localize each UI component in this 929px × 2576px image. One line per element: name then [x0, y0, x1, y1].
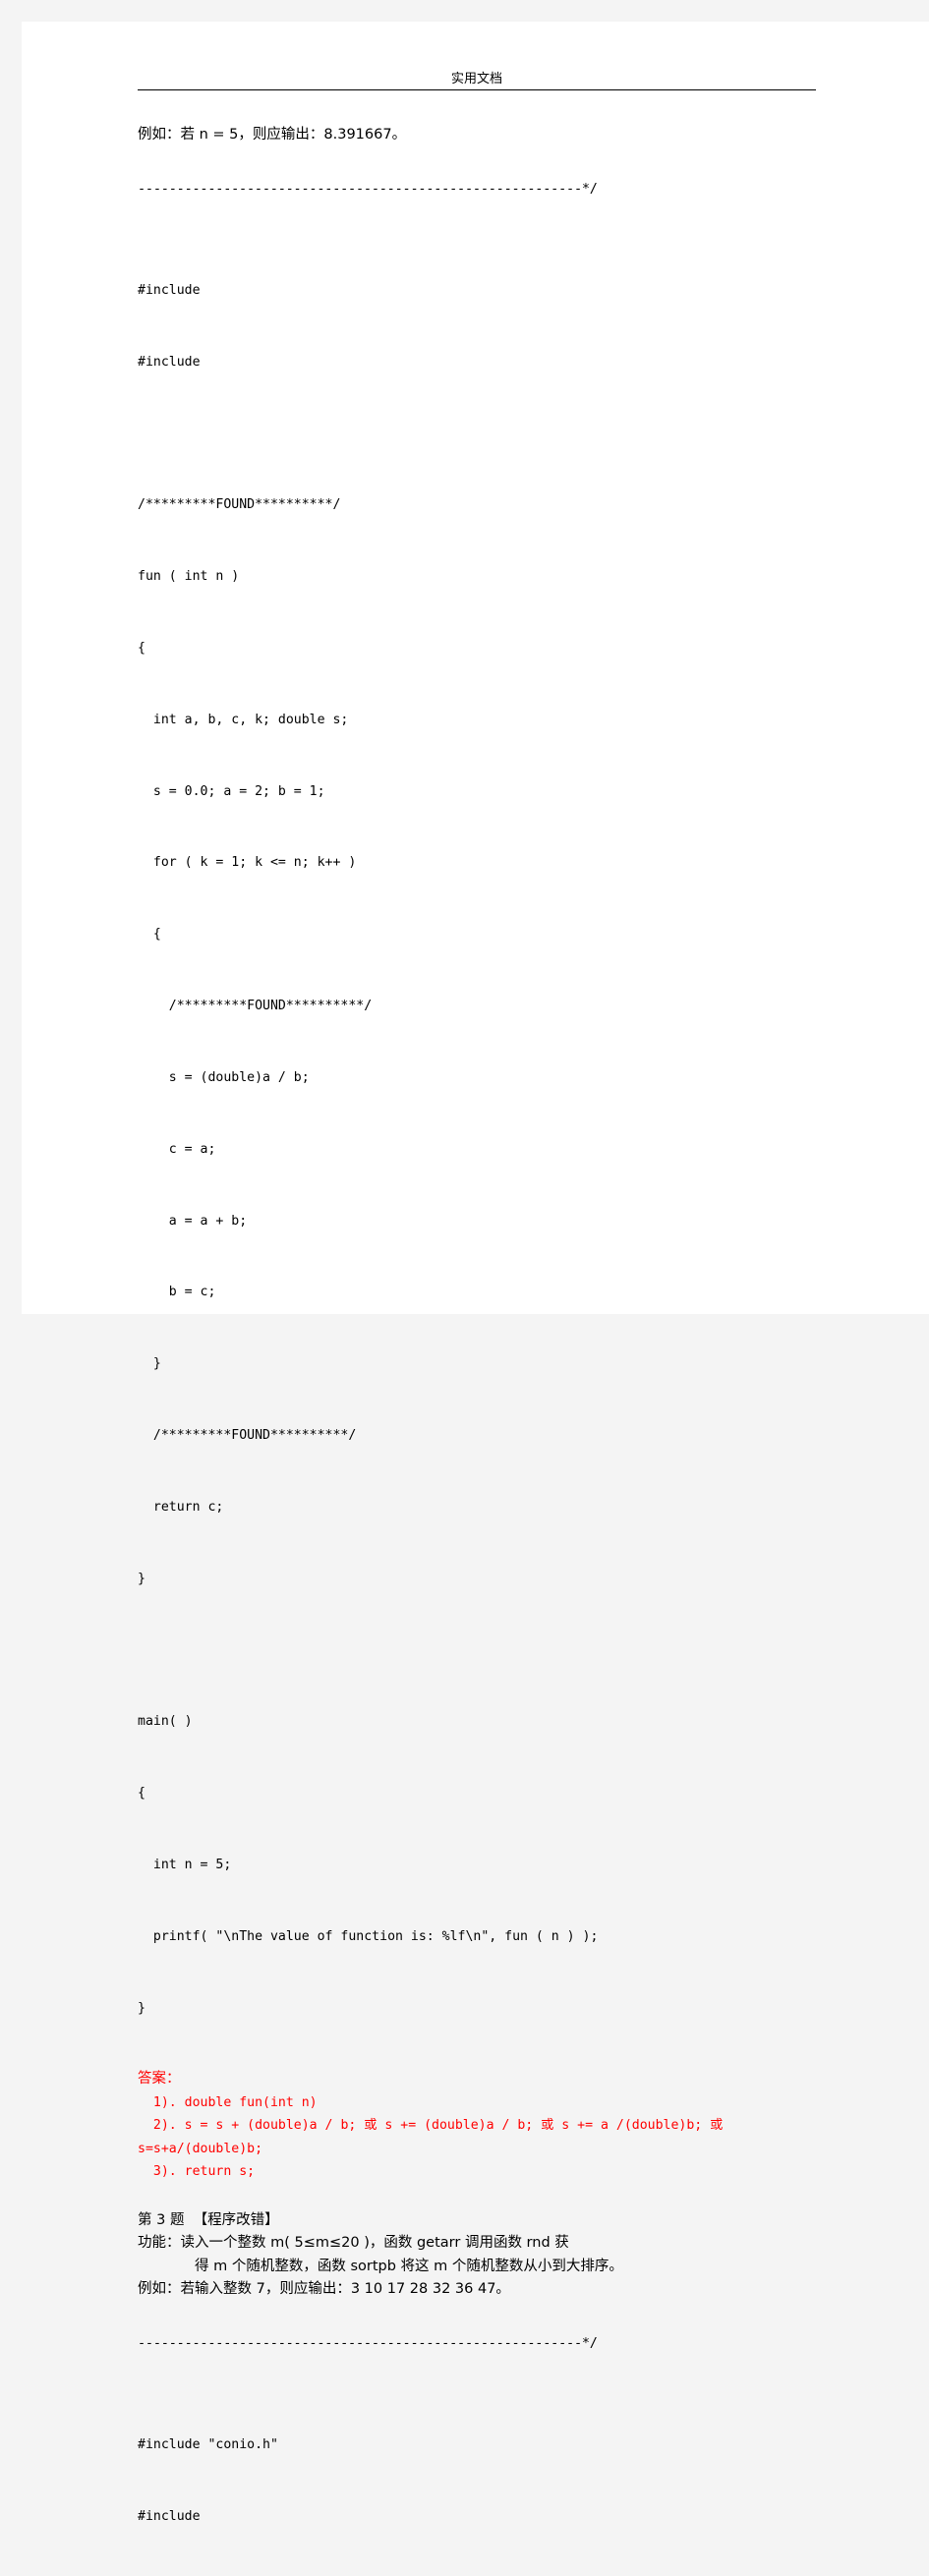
code-line: c = a; — [138, 1141, 216, 1157]
problem3-title: 第 3 题 【程序改错】 — [138, 2211, 279, 2228]
document-content: 实用文档 例如：若 n = 5，则应输出：8.391667。 ---------… — [138, 72, 816, 2576]
problem2-example-line: 例如：若 n = 5，则应输出：8.391667。 — [138, 127, 407, 143]
code-line-found-marker: /*********FOUND**********/ — [138, 1428, 357, 1444]
code-line: fun ( int n ) — [138, 568, 240, 584]
problem3-code-block: #include "conio.h" #include — [138, 2385, 816, 2576]
code-line: int n = 5; — [138, 1857, 232, 1872]
code-line: } — [138, 1571, 145, 1586]
answer-label: 答案： — [138, 2071, 181, 2088]
problem2-separator: ----------------------------------------… — [138, 180, 598, 197]
document-header-title: 实用文档 — [450, 72, 502, 86]
document-page-sheet: 实用文档 例如：若 n = 5，则应输出：8.391667。 ---------… — [22, 22, 929, 2524]
code-line: s = (double)a / b; — [138, 1069, 310, 1085]
code-line: a = a + b; — [138, 1213, 248, 1229]
code-line-found-marker: /*********FOUND**********/ — [138, 999, 373, 1014]
problem3-function-line-1: 功能：读入一个整数 m( 5≤m≤20 )，函数 getarr 调用函数 rnd… — [138, 2235, 569, 2252]
code-line: } — [138, 2000, 145, 2016]
answer-item: 1). double fun(int n) — [138, 2094, 318, 2110]
code-line: { — [138, 640, 145, 656]
code-line: s = 0.0; a = 2; b = 1; — [138, 783, 325, 799]
code-line: { — [138, 927, 161, 943]
code-line-found-marker: /*********FOUND**********/ — [138, 497, 341, 513]
code-line: printf( "\nThe value of function is: %lf… — [138, 1928, 599, 1944]
code-line: #include "conio.h" — [138, 2436, 278, 2452]
code-line: b = c; — [138, 1285, 216, 1300]
problem3-separator: ----------------------------------------… — [138, 2334, 598, 2351]
code-line: main( ) — [138, 1714, 193, 1730]
answer-item: 2). s = s + (double)a / b; 或 s += (doubl… — [138, 2118, 731, 2156]
problem3-function-line-2: 得 m 个随机整数，函数 sortpb 将这 m 个随机整数从小到大排序。 — [195, 2258, 623, 2274]
code-line: #include — [138, 2508, 201, 2524]
problem3-example-line: 例如：若输入整数 7，则应输出：3 10 17 28 32 36 47。 — [138, 2281, 510, 2298]
answer-item: 3). return s; — [138, 2164, 256, 2180]
code-line: #include — [138, 282, 201, 298]
code-line: { — [138, 1786, 145, 1802]
problem2-code-block: #include #include /*********FOUND*******… — [138, 231, 816, 2068]
code-line: int a, b, c, k; double s; — [138, 712, 349, 727]
code-line: for ( k = 1; k <= n; k++ ) — [138, 855, 357, 871]
code-line: } — [138, 1356, 161, 1372]
code-line: #include — [138, 354, 201, 370]
code-line: return c; — [138, 1499, 224, 1515]
